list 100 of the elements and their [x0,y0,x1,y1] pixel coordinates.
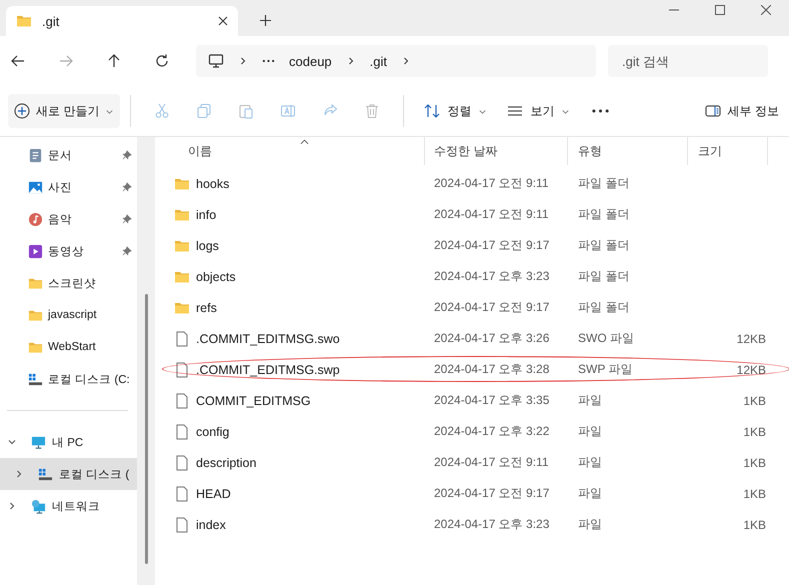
file-icon [174,516,190,532]
modified-date: 2024-04-17 오후 3:26 [434,330,550,347]
monitor-icon [208,53,224,69]
folder-tab[interactable]: .git [6,6,238,36]
file-row[interactable]: index 2024-04-17 오후 3:23 파일 1KB [170,509,789,540]
chevron-right-icon [401,56,411,66]
quick-access-item[interactable]: 로컬 디스크 (C: [0,363,137,395]
tree-item-label: 내 PC [52,436,84,450]
file-type: 파일 [578,485,603,502]
breadcrumb-item[interactable]: .git [370,54,387,68]
file-type: 파일 [578,454,603,471]
file-name: objects [196,270,236,284]
file-name: .COMMIT_EDITMSG.swo [196,332,340,346]
picture-icon [28,180,43,194]
tree-item[interactable]: 로컬 디스크 ( [0,458,137,490]
back-arrow-icon[interactable] [10,53,26,69]
up-arrow-icon[interactable] [106,53,122,69]
quick-access-label: 음악 [48,212,72,226]
modified-date: 2024-04-17 오후 3:28 [434,361,550,378]
file-type: 파일 폴더 [578,237,630,254]
chevron-right-icon[interactable] [7,501,17,511]
sort-button[interactable]: 정렬 [414,94,498,128]
column-header[interactable]: 유형 [568,137,688,165]
file-name: .COMMIT_EDITMSG.swp [196,362,340,376]
maximize-icon[interactable] [715,5,725,15]
quick-access-label: 사진 [48,180,72,194]
file-row[interactable]: HEAD 2024-04-17 오전 9:17 파일 1KB [170,478,789,509]
tree-item[interactable]: 내 PC [0,426,137,458]
scrollbar[interactable] [137,137,155,585]
new-button[interactable]: 새로 만들기 [8,94,120,128]
more-icon[interactable] [592,109,610,113]
file-size: 12KB [736,362,766,376]
file-name: config [196,424,230,438]
network-icon [31,498,46,514]
close-icon[interactable] [218,16,228,26]
file-icon [174,454,190,470]
plus-circle-icon [14,103,30,119]
close-icon[interactable] [761,5,771,15]
file-name: info [196,208,216,222]
quick-access-label: 로컬 디스크 (C: [48,372,130,386]
quick-access-item[interactable]: WebStart [0,331,137,363]
details-button[interactable]: 세부 정보 [694,94,789,128]
file-row[interactable]: objects 2024-04-17 오후 3:23 파일 폴더 [170,261,789,292]
file-name: logs [196,238,219,252]
file-row[interactable]: .COMMIT_EDITMSG.swo 2024-04-17 오후 3:26 SWO 파일 12KB [170,323,789,354]
file-row[interactable]: info 2024-04-17 오전 9:11 파일 폴더 [170,199,789,230]
address-bar[interactable]: codeup .git [196,45,596,77]
modified-date: 2024-04-17 오후 3:35 [434,392,550,409]
file-row[interactable]: config 2024-04-17 오후 3:22 파일 1KB [170,416,789,447]
file-name: index [196,518,226,532]
file-icon [174,330,190,346]
file-row[interactable]: logs 2024-04-17 오전 9:17 파일 폴더 [170,230,789,261]
file-type: 파일 폴더 [578,206,630,223]
column-header[interactable]: 수정한 날짜 [425,137,568,165]
breadcrumb-item[interactable]: codeup [289,54,332,68]
column-header[interactable]: 크기 [688,137,768,165]
modified-date: 2024-04-17 오후 3:23 [434,516,550,533]
tree-item-label: 로컬 디스크 ( [59,468,130,482]
file-row[interactable]: description 2024-04-17 오전 9:11 파일 1KB [170,447,789,478]
modified-date: 2024-04-17 오전 9:11 [434,454,550,471]
clipboard-icon[interactable] [238,103,254,119]
file-row[interactable]: COMMIT_EDITMSG 2024-04-17 오후 3:35 파일 1KB [170,385,789,416]
file-name: hooks [196,176,230,190]
quick-access-item[interactable]: 문서 [0,139,137,171]
quick-access-item[interactable]: 동영상 [0,235,137,267]
file-icon [174,424,190,440]
sort-arrows-icon [424,103,440,119]
more-icon[interactable] [262,59,275,63]
file-type: 파일 폴더 [578,268,630,285]
chevron-right-icon[interactable] [14,469,24,479]
file-type: SWO 파일 [578,330,635,347]
chevron-down-icon[interactable] [7,437,17,447]
quick-access-label: javascript [48,309,97,321]
document-icon [28,148,43,162]
sort-caret-icon [300,139,309,145]
file-icon [174,392,190,408]
view-button[interactable]: 보기 [497,94,580,128]
file-size: 1KB [743,456,766,470]
video-icon [28,244,43,258]
file-row[interactable]: hooks 2024-04-17 오전 9:11 파일 폴더 [170,168,789,199]
modified-date: 2024-04-17 오전 9:17 [434,237,550,254]
quick-access-item[interactable]: javascript [0,299,137,331]
file-size: 1KB [743,518,766,532]
quick-access-item[interactable]: 스크린샷 [0,267,137,299]
tree-item[interactable]: 네트워크 [0,490,137,522]
plus-icon[interactable] [260,15,271,26]
search-field[interactable]: .git 검색 [608,45,768,77]
file-type: SWP 파일 [578,361,634,378]
file-row[interactable]: .COMMIT_EDITMSG.swp 2024-04-17 오후 3:28 SWP 파일 12KB [170,354,789,385]
quick-access-item[interactable]: 음악 [0,203,137,235]
file-size: 12KB [736,332,766,346]
column-header[interactable]: 이름 [170,137,425,165]
tree-item-label: 네트워크 [52,500,100,514]
file-name: COMMIT_EDITMSG [196,394,311,408]
file-row[interactable]: refs 2024-04-17 오전 9:17 파일 폴더 [170,292,789,323]
file-icon [174,486,190,502]
music-note-icon [28,212,43,226]
refresh-icon[interactable] [154,53,170,69]
quick-access-item[interactable]: 사진 [0,171,137,203]
quick-access-label: 스크린샷 [48,276,96,290]
